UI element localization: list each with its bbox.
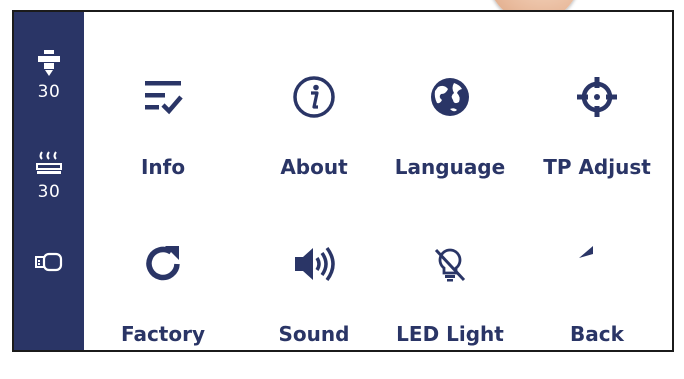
bulb-off-icon bbox=[434, 248, 466, 282]
settings-menu-grid: Info About Language TP Adjust Factory So… bbox=[84, 12, 672, 350]
sound-label: Sound bbox=[278, 322, 350, 346]
reset-icon bbox=[146, 246, 180, 281]
checklist-icon bbox=[145, 81, 183, 115]
nozzle-status: 30 bbox=[14, 48, 84, 102]
bed-temp: 30 bbox=[37, 182, 61, 202]
language-button[interactable]: Language bbox=[385, 75, 515, 205]
info-icon bbox=[293, 76, 335, 118]
tp-adjust-label: TP Adjust bbox=[543, 155, 651, 179]
about-button[interactable]: About bbox=[249, 75, 379, 205]
factory-button[interactable]: Factory bbox=[98, 242, 228, 372]
nozzle-temp: 30 bbox=[37, 82, 61, 102]
nozzle-icon bbox=[38, 50, 60, 76]
bed-status: 30 bbox=[14, 148, 84, 202]
info-label: Info bbox=[140, 155, 186, 179]
back-label: Back bbox=[570, 322, 624, 346]
about-label: About bbox=[280, 155, 348, 179]
back-button[interactable]: Back bbox=[532, 242, 662, 372]
led-light-label: LED Light bbox=[396, 322, 504, 346]
usb-drive-icon bbox=[35, 252, 63, 272]
speaker-icon bbox=[295, 246, 335, 282]
globe-icon bbox=[431, 78, 469, 116]
crosshair-icon bbox=[577, 77, 617, 117]
usb-status[interactable] bbox=[14, 252, 84, 272]
language-label: Language bbox=[394, 155, 506, 179]
touch-screen: 30 30 Info About Language TP Adjust Fact… bbox=[12, 10, 674, 352]
tp-adjust-button[interactable]: TP Adjust bbox=[532, 75, 662, 205]
led-light-button[interactable]: LED Light bbox=[385, 242, 515, 372]
info-button[interactable]: Info bbox=[98, 75, 228, 205]
status-sidebar: 30 30 bbox=[14, 12, 84, 350]
sound-button[interactable]: Sound bbox=[249, 242, 379, 372]
factory-label: Factory bbox=[120, 322, 206, 346]
heated-bed-icon bbox=[36, 151, 62, 174]
back-arrow-icon bbox=[579, 246, 593, 258]
